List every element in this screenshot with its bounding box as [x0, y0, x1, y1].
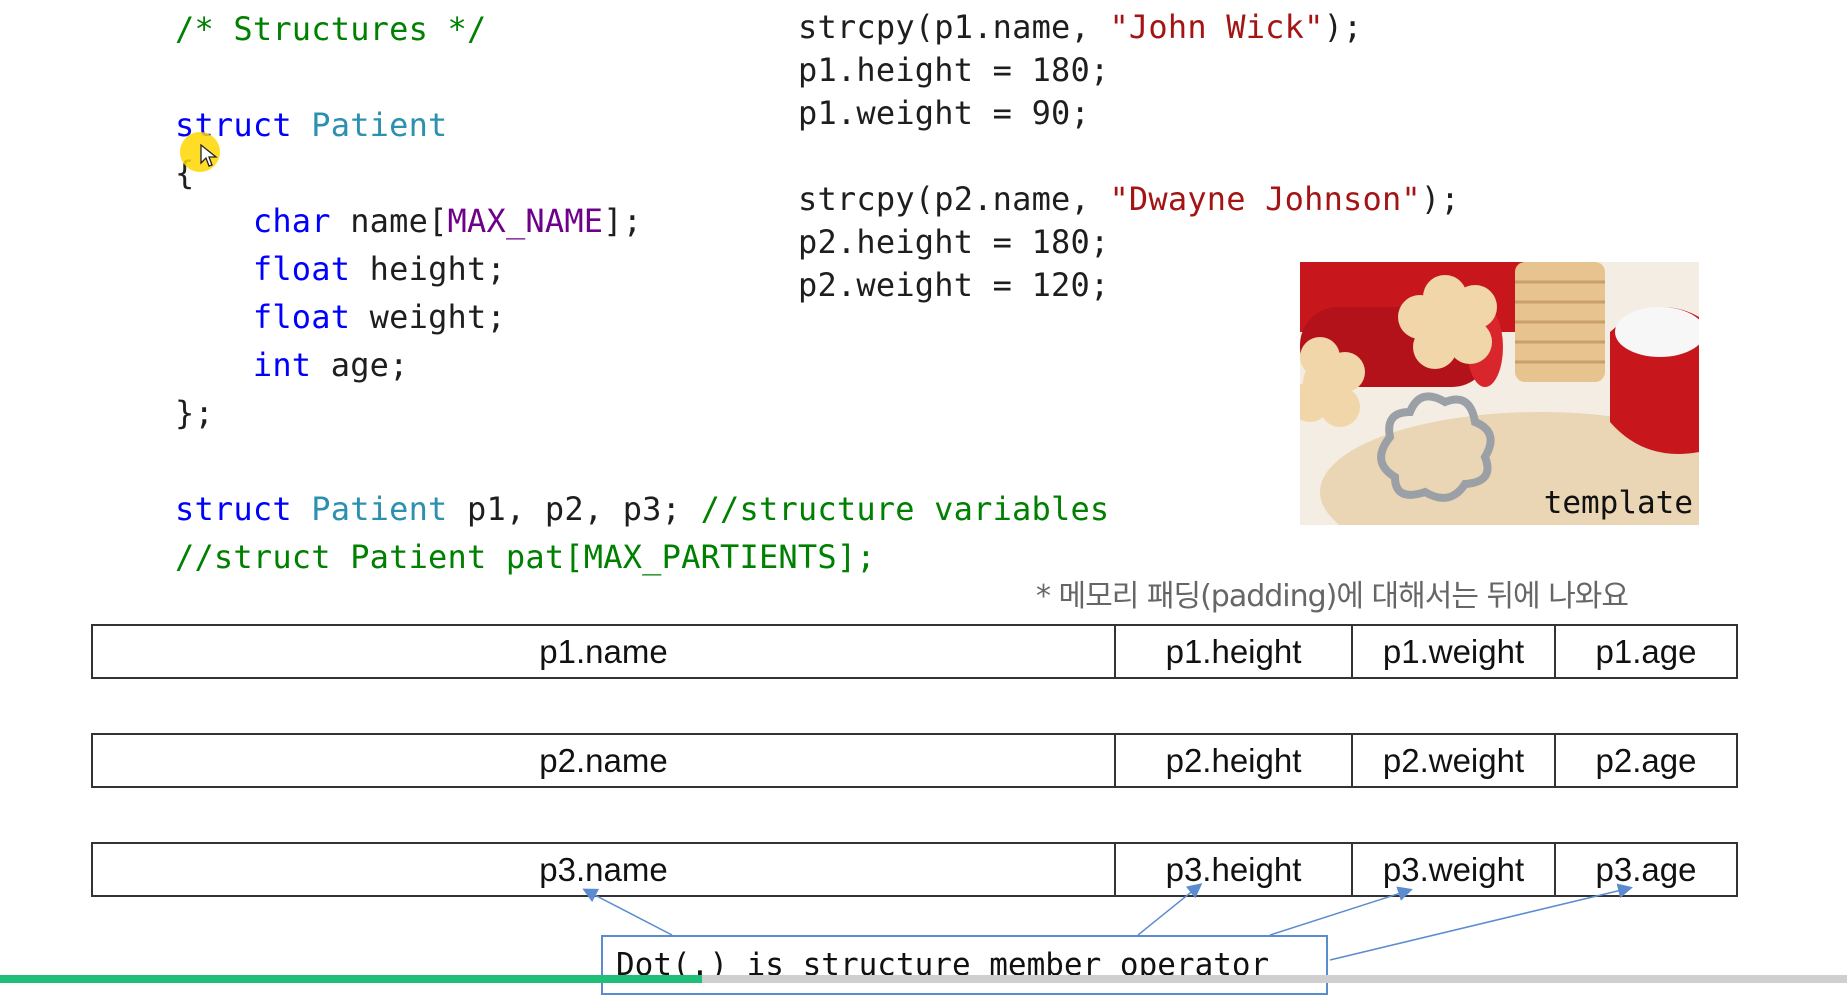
dot-operator-callout: Dot(.) is structure member operator — [601, 935, 1328, 995]
member-arrows — [582, 883, 1633, 961]
arrow-to-weight — [1269, 886, 1413, 936]
mouse-pointer-icon — [200, 144, 218, 167]
arrow-to-name — [582, 888, 673, 936]
arrow-to-height — [1137, 883, 1203, 936]
video-progress-fill — [0, 975, 702, 983]
arrow-to-age — [1329, 883, 1633, 961]
video-progress-bar[interactable] — [0, 975, 1847, 983]
